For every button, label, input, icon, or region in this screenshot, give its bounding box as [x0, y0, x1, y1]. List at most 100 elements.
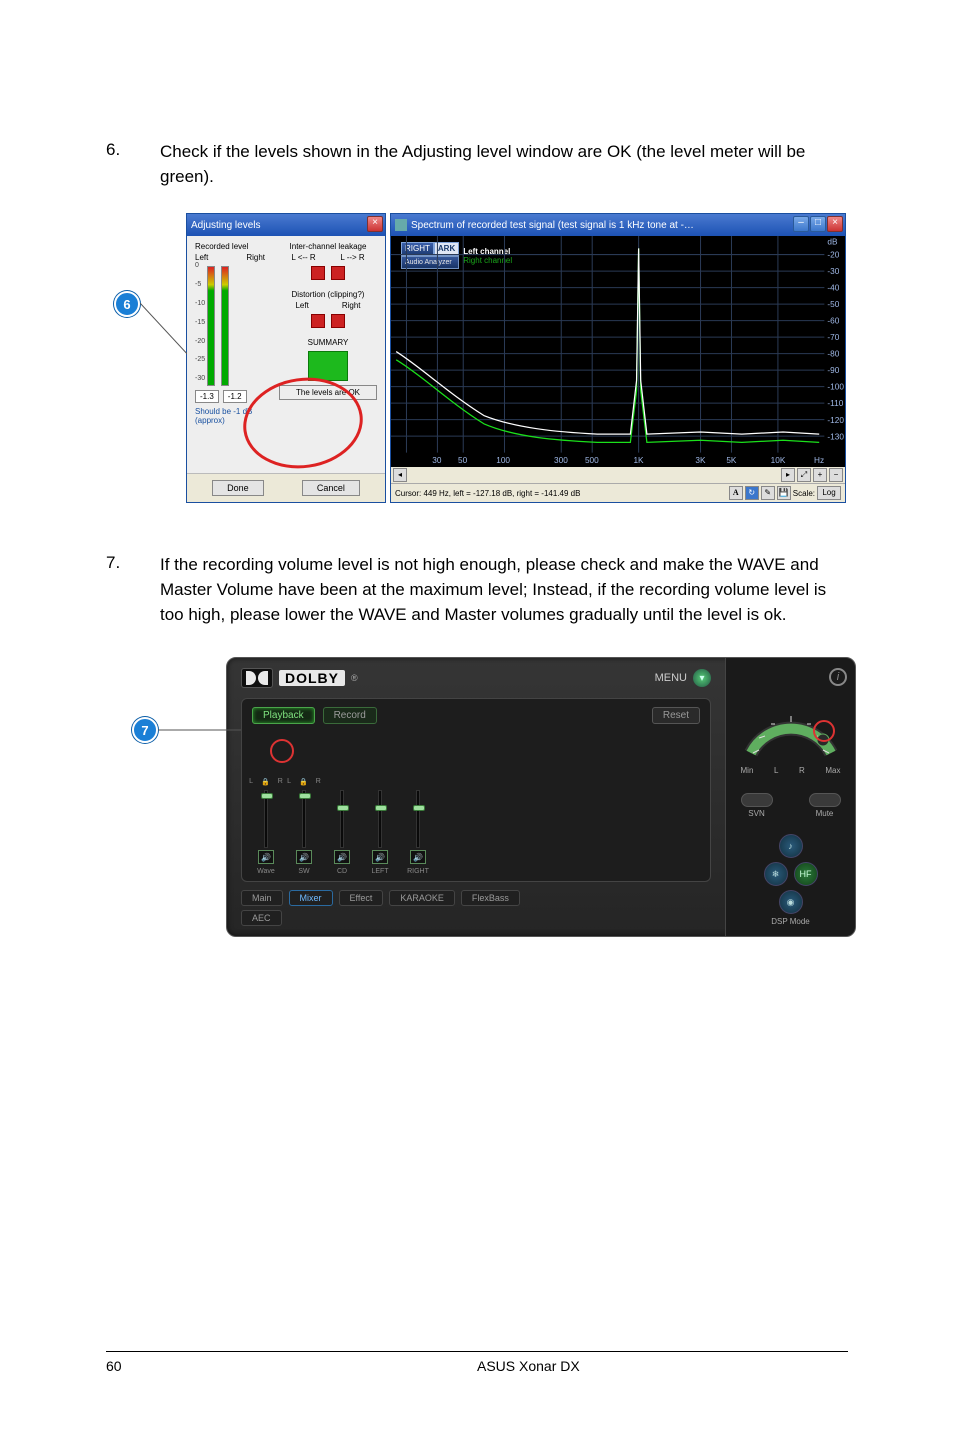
document-page: 6. Check if the levels shown in the Adju… [0, 0, 954, 937]
svg-text:3K: 3K [695, 456, 706, 465]
svg-text:50: 50 [458, 456, 468, 465]
tool-a-icon[interactable]: A [729, 486, 743, 500]
leak-indicator-r [331, 266, 345, 280]
mute-sw[interactable]: 🔊 [296, 850, 312, 864]
dist-left: Left [295, 301, 308, 310]
channel-cd: 🔊 CD [328, 788, 356, 875]
svg-text:-50: -50 [827, 300, 839, 309]
adjusting-body: Recorded level Left Right 0 -5 -10 [187, 236, 385, 473]
tab-record[interactable]: Record [323, 707, 377, 724]
channel-left: 🔊 LEFT [366, 788, 394, 875]
tool-brush-icon[interactable]: ✎ [761, 486, 775, 500]
scale-tick: -25 [195, 356, 205, 363]
svg-text:-30: -30 [827, 267, 839, 276]
scale-select[interactable]: Log [817, 486, 841, 500]
info-icon[interactable]: i [829, 668, 847, 686]
scale-tick: -20 [195, 338, 205, 345]
scale-label: Scale: [793, 489, 815, 498]
adjusting-title: Adjusting levels [191, 220, 260, 231]
tab-effect[interactable]: Effect [339, 890, 384, 906]
minimize-icon[interactable]: – [793, 216, 809, 232]
svg-text:-90: -90 [827, 367, 839, 376]
svg-text:300: 300 [554, 456, 568, 465]
label-left: LEFT [371, 868, 388, 875]
label-wave: Wave [257, 868, 275, 875]
reset-button[interactable]: Reset [652, 707, 700, 724]
tab-flexbass[interactable]: FlexBass [461, 890, 520, 906]
dist-indicator-r [331, 314, 345, 328]
lock-icon: 🔒 [261, 778, 270, 786]
page-footer: 60 ASUS Xonar DX [106, 1351, 848, 1374]
mute-cd[interactable]: 🔊 [334, 850, 350, 864]
value-right: -1.2 [223, 390, 247, 403]
dolby-brand-text: DOLBY [279, 670, 345, 686]
summary-indicator [308, 351, 348, 381]
dsp-icon-2[interactable]: ❄ [764, 862, 788, 886]
svg-text:-100: -100 [827, 383, 844, 392]
approx-label: (approx) [195, 416, 265, 425]
tab-karaoke[interactable]: KARAOKE [389, 890, 455, 906]
spectrum-titlebar: Spectrum of recorded test signal (test s… [391, 214, 845, 236]
svg-text:-120: -120 [827, 416, 844, 425]
tab-playback[interactable]: Playback [252, 707, 315, 724]
dolby-panel: DOLBY ® MENU ▾ Playback Record Rese [226, 657, 856, 937]
dist-right: Right [342, 301, 361, 310]
svn-toggle[interactable] [741, 793, 773, 807]
step-7-text: If the recording volume level is not hig… [160, 553, 848, 627]
ch-r: R [278, 778, 283, 786]
slider-sw[interactable] [302, 790, 306, 848]
tab-main[interactable]: Main [241, 890, 283, 906]
cancel-button[interactable]: Cancel [302, 480, 360, 496]
step-6-text: Check if the levels shown in the Adjusti… [160, 140, 848, 189]
close-icon[interactable]: × [367, 216, 383, 232]
adjusting-titlebar: Adjusting levels × [187, 214, 385, 236]
gauge-max: Max [825, 766, 840, 775]
svg-text:-60: -60 [827, 317, 839, 326]
svg-text:-110: -110 [827, 400, 843, 409]
scale-tick: -10 [195, 300, 205, 307]
svg-text:5K: 5K [726, 456, 737, 465]
gauge-l: L [774, 766, 778, 775]
label-right: Right [246, 253, 265, 262]
menu-button[interactable]: MENU ▾ [655, 669, 711, 687]
mute-left[interactable]: 🔊 [372, 850, 388, 864]
dolby-side-panel: i [725, 658, 855, 936]
svg-text:-70: -70 [827, 333, 839, 342]
figure-adjusting-levels: 6 Adjusting levels × Recorded level [186, 213, 846, 513]
done-button[interactable]: Done [212, 480, 264, 496]
dsp-icon-1[interactable]: ♪ [779, 834, 803, 858]
level-meter-right [221, 266, 229, 386]
slider-right[interactable] [416, 790, 420, 848]
mute-toggle[interactable] [809, 793, 841, 807]
label-cd: CD [337, 868, 347, 875]
tool-refresh-icon[interactable]: ↻ [745, 486, 759, 500]
svg-text:-130: -130 [827, 433, 844, 442]
gauge-r: R [799, 766, 805, 775]
volume-gauge[interactable] [741, 698, 841, 758]
mute-wave[interactable]: 🔊 [258, 850, 274, 864]
spectrum-status-bar: Cursor: 449 Hz, left = -127.18 dB, right… [391, 483, 845, 502]
mute-right[interactable]: 🔊 [410, 850, 426, 864]
channel-right: 🔊 RIGHT [404, 788, 432, 875]
leak-rl: L --> R [340, 253, 364, 262]
dolby-reg: ® [351, 673, 358, 683]
close-icon[interactable]: × [827, 216, 843, 232]
slider-left[interactable] [378, 790, 382, 848]
dolby-logo: DOLBY ® [241, 668, 358, 688]
leakage-label: Inter-channel leakage [279, 242, 377, 251]
mute-label: Mute [809, 809, 841, 818]
label-sw: SW [298, 868, 309, 875]
ch-l: L [287, 778, 291, 786]
step-6-number: 6. [106, 140, 160, 189]
slider-wave[interactable] [264, 790, 268, 848]
tab-mixer[interactable]: Mixer [289, 890, 333, 906]
dsp-icon-hf[interactable]: HF [794, 862, 818, 886]
dsp-icon-4[interactable]: ◉ [779, 890, 803, 914]
tab-aec[interactable]: AEC [241, 910, 282, 926]
save-icon[interactable]: 💾 [777, 486, 791, 500]
svg-text:-40: -40 [827, 284, 839, 293]
dolby-d-left-icon [246, 671, 256, 685]
dsp-mode-label: DSP Mode [771, 917, 810, 926]
maximize-icon[interactable]: □ [810, 216, 826, 232]
slider-cd[interactable] [340, 790, 344, 848]
